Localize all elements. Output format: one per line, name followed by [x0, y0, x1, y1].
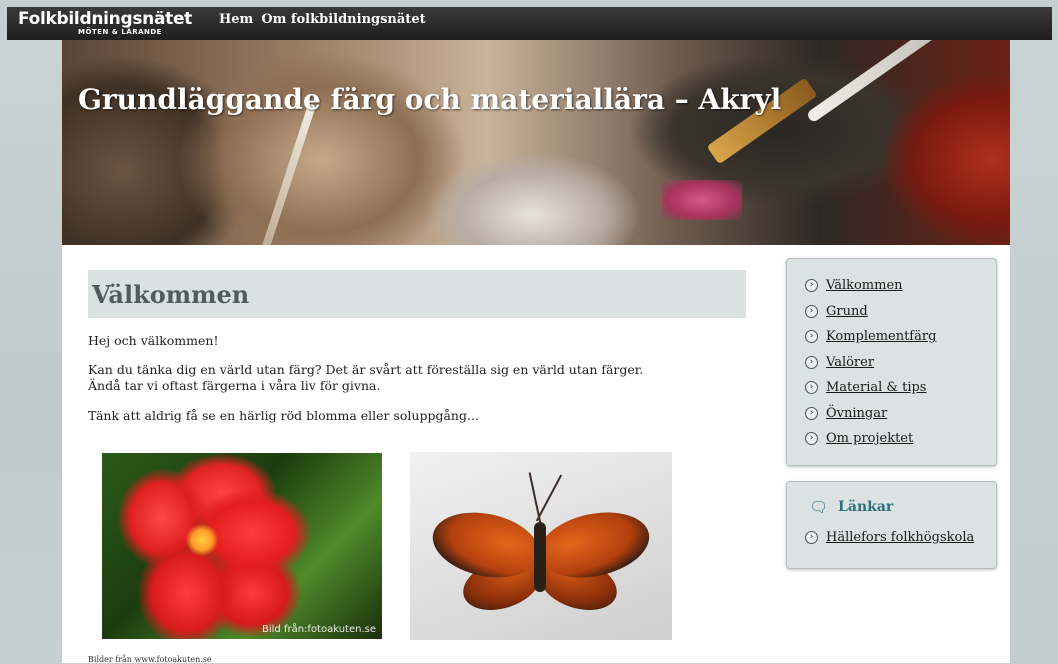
page-title: Grundläggande färg och materiallära – Ak… — [78, 83, 782, 116]
menu-link-valorer[interactable]: Valörer — [826, 355, 874, 370]
banner-brush-handle — [255, 102, 317, 245]
chevron-right-icon: › — [805, 432, 818, 446]
menu-item: › Grund — [805, 299, 996, 325]
banner-paint — [662, 180, 742, 220]
menu-link-om-projektet[interactable]: Om projektet — [826, 431, 913, 446]
links-title: Länkar — [838, 499, 894, 515]
intro-paragraph: Hej och välkommen! — [88, 333, 219, 348]
chevron-right-icon: › — [805, 304, 818, 318]
body-paragraph: Kan du tänka dig en värld utan färg? Det… — [88, 362, 643, 394]
butterfly-photo — [410, 452, 672, 640]
section-heading: Välkommen — [92, 279, 250, 309]
speech-bubble-icon: 🗨 — [809, 498, 829, 516]
link-hallefors[interactable]: Hällefors folkhögskola — [826, 530, 974, 545]
logo-tagline: MÖTEN & LÄRANDE — [78, 28, 162, 36]
chevron-right-icon: › — [805, 381, 818, 395]
chevron-right-icon: › — [805, 355, 818, 369]
background-right — [1010, 40, 1058, 663]
butterfly-antenna — [535, 474, 563, 522]
links-header: 🗨 Länkar — [787, 482, 996, 516]
menu-link-material-tips[interactable]: Material & tips — [826, 380, 926, 395]
nav-home-link[interactable]: Hem — [219, 12, 253, 27]
sidebar-menu: › Välkommen › Grund › Komplementfärg › Valör… — [786, 258, 997, 466]
nav-about-link[interactable]: Om folkbildningsnätet — [261, 12, 425, 27]
banner-brush-handle-2 — [805, 40, 969, 124]
flower-photo: Bild från:fotoakuten.se — [102, 453, 382, 639]
body-line-2: Ändå tar vi oftast färgerna i våra liv f… — [88, 378, 381, 393]
menu-item: › Välkommen — [805, 273, 996, 299]
links-list: › Hällefors folkhögskola — [787, 516, 996, 545]
body-line-1: Kan du tänka dig en värld utan färg? Det… — [88, 362, 644, 377]
top-bar: Folkbildningsnätet MÖTEN & LÄRANDE Hem O… — [7, 7, 1052, 40]
menu-item: › Övningar — [805, 401, 996, 427]
menu-link-ovningar[interactable]: Övningar — [826, 406, 887, 421]
top-nav: Hem Om folkbildningsnätet — [219, 12, 426, 27]
photo-credit: Bild från:fotoakuten.se — [262, 624, 376, 635]
chevron-right-icon: › — [805, 406, 818, 420]
page-container: Grundläggande färg och materiallära – Ak… — [62, 40, 1010, 664]
link-item: › Hällefors folkhögskola — [805, 530, 996, 545]
main-content: Välkommen Hej och välkommen! Kan du tänk… — [88, 270, 748, 664]
site-logo[interactable]: Folkbildningsnätet MÖTEN & LÄRANDE — [18, 7, 203, 40]
chevron-right-icon: › — [805, 279, 818, 293]
menu-link-komplementfarg[interactable]: Komplementfärg — [826, 329, 936, 344]
butterfly-body — [534, 522, 546, 592]
menu-item: › Valörer — [805, 350, 996, 376]
sidebar-links: 🗨 Länkar › Hällefors folkhögskola — [786, 481, 997, 569]
header-banner: Grundläggande färg och materiallära – Ak… — [62, 40, 1010, 245]
chevron-right-icon: › — [805, 330, 818, 344]
menu-item: › Komplementfärg — [805, 324, 996, 350]
logo-name: Folkbildningsnätet — [18, 9, 193, 29]
menu-link-grund[interactable]: Grund — [826, 304, 868, 319]
chevron-right-icon: › — [805, 531, 818, 544]
menu-item: › Om projektet — [805, 426, 996, 452]
background-left — [0, 40, 62, 663]
menu-link-valkommen[interactable]: Välkommen — [826, 278, 903, 293]
menu-list: › Välkommen › Grund › Komplementfärg › Valör… — [787, 259, 996, 452]
section-heading-box: Välkommen — [88, 270, 746, 318]
closing-paragraph: Tänk att aldrig få se en härlig röd blom… — [88, 408, 479, 423]
menu-item: › Material & tips — [805, 375, 996, 401]
